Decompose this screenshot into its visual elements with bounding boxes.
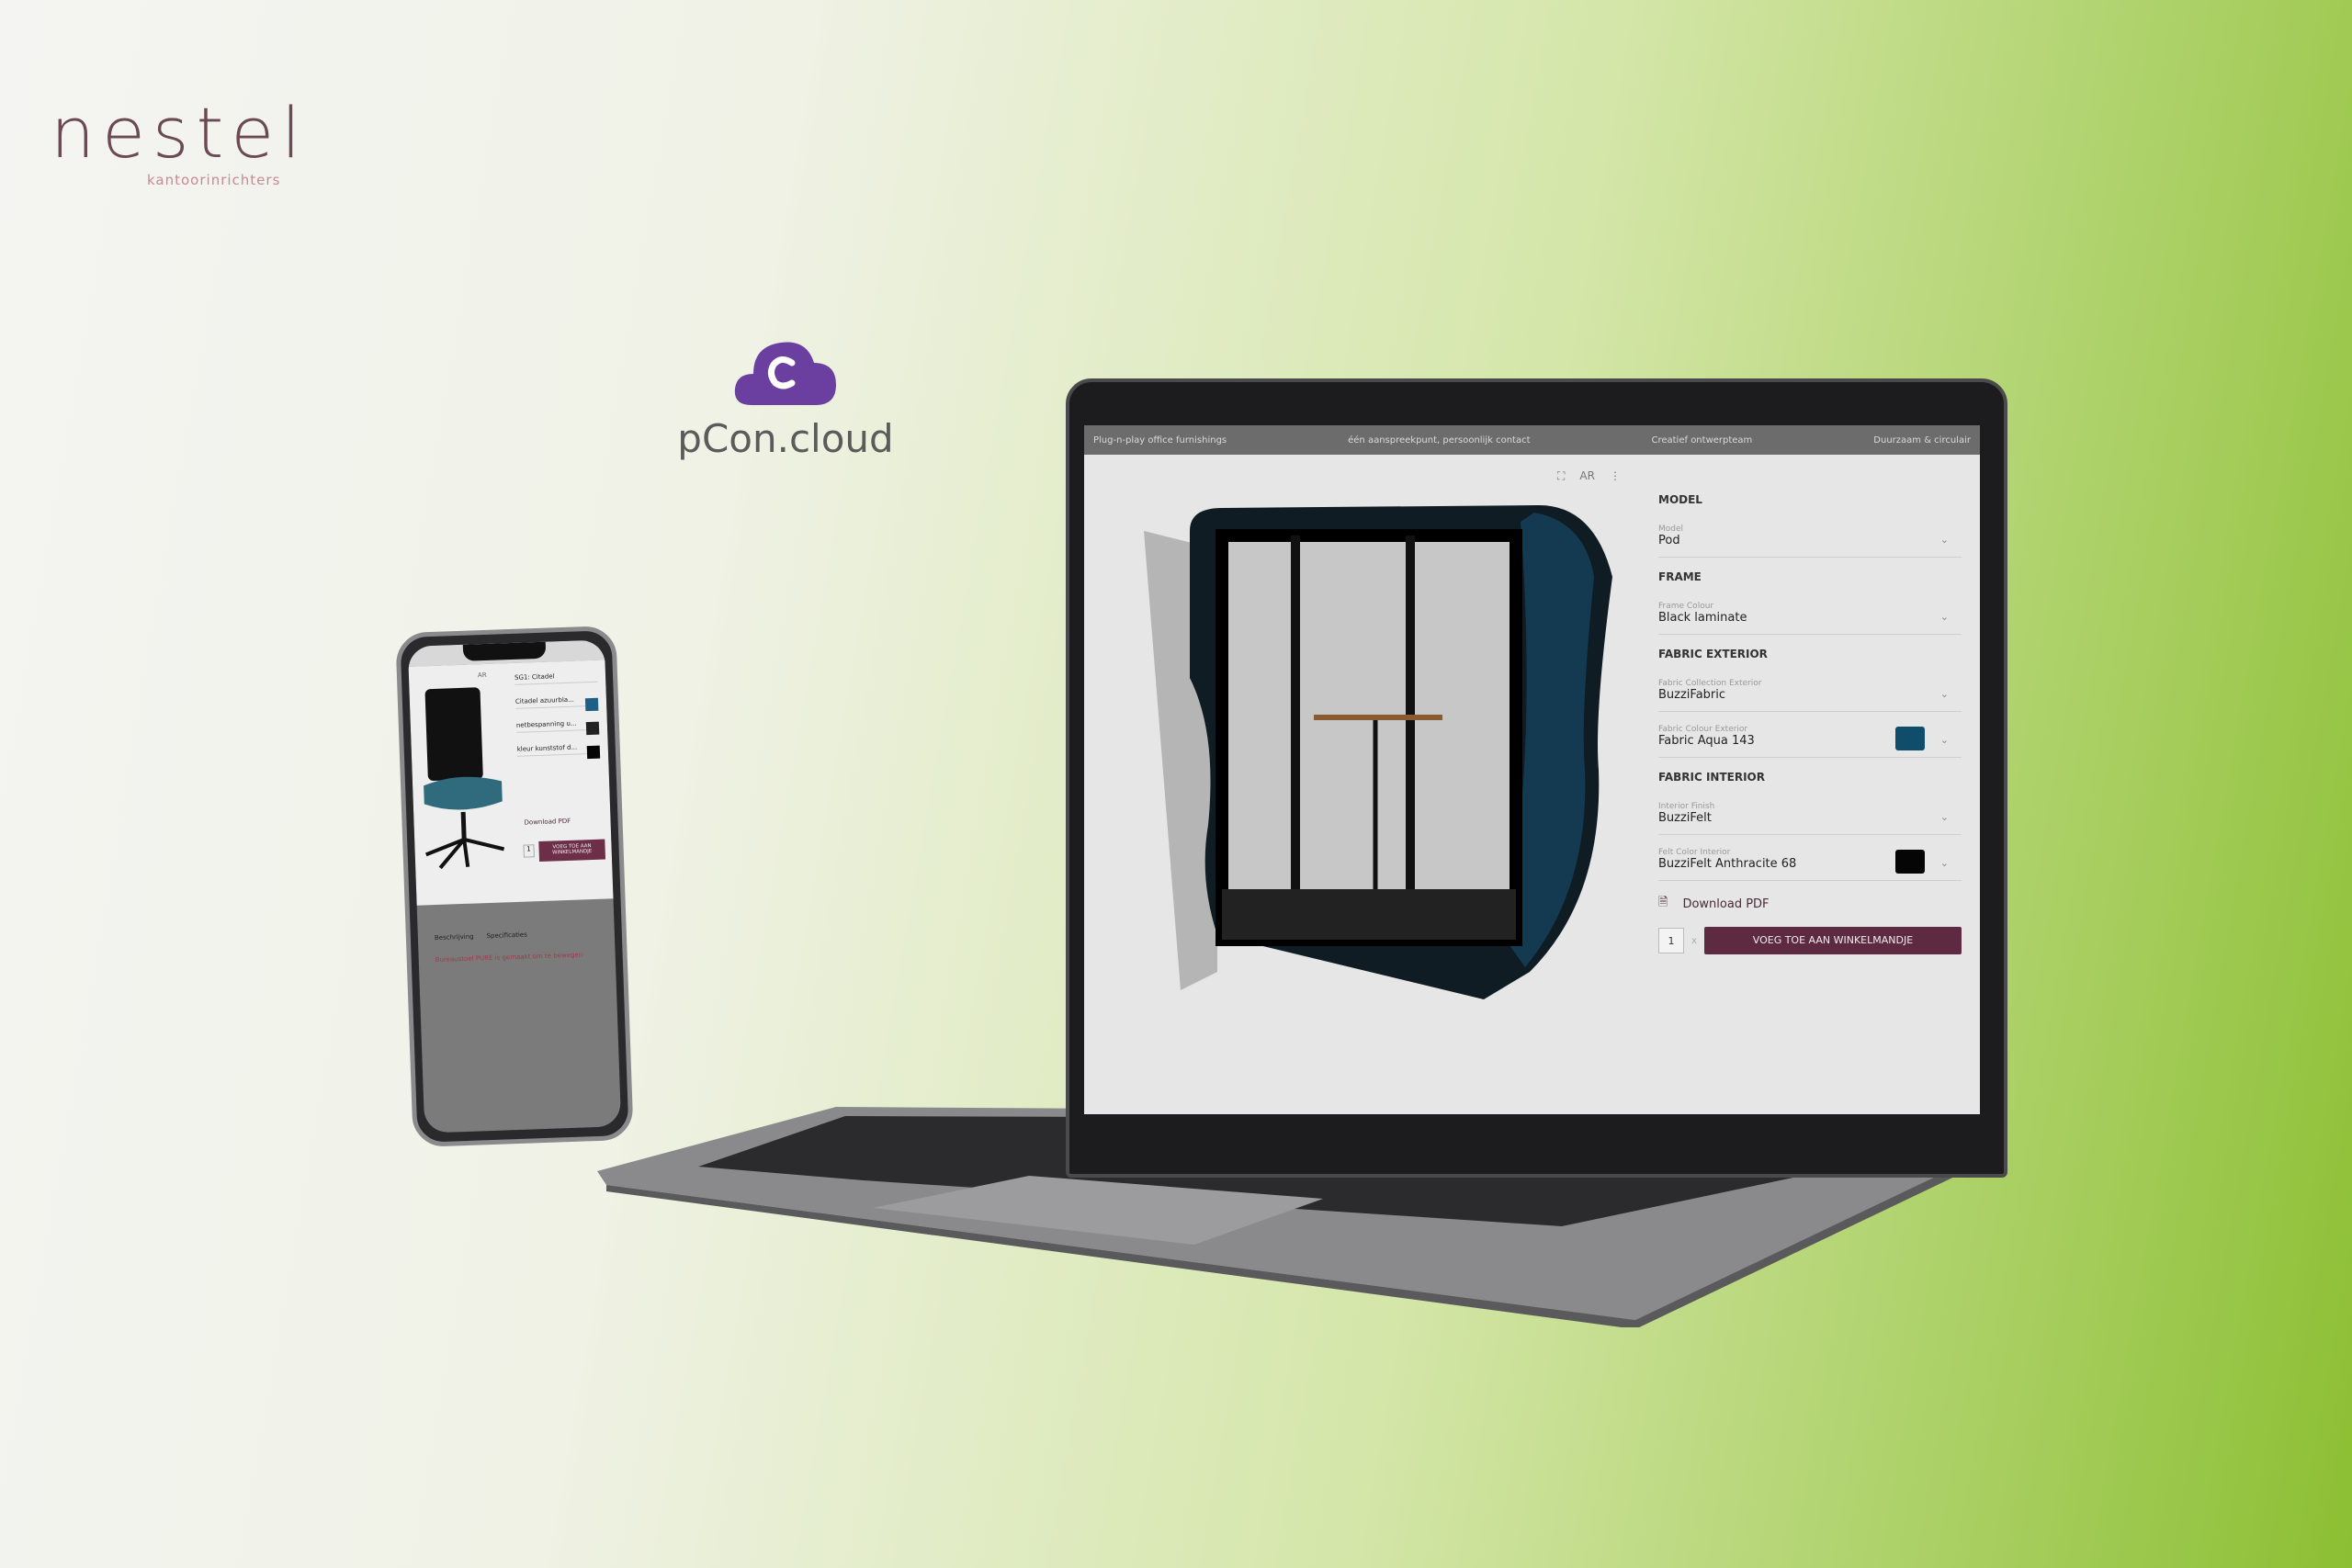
download-pdf-label: Download PDF: [1682, 897, 1770, 911]
field-label: Frame Colour: [1658, 602, 1714, 611]
section-title: FRAME: [1658, 570, 1702, 583]
section-title: FABRIC INTERIOR: [1658, 771, 1765, 784]
fullscreen-icon[interactable]: ⛶: [1557, 469, 1565, 483]
chevron-down-icon: ⌄: [1939, 857, 1949, 869]
configurator-panel: MODEL Model Pod ⌄ FRAME Frame Colour Black …: [1658, 480, 1962, 954]
chevron-down-icon: ⌄: [1939, 534, 1949, 546]
option-value: SG1: Citadel: [514, 672, 555, 682]
fabric-colour-exterior-select[interactable]: Fabric Colour Exterior Fabric Aqua 143 ⌄: [1658, 719, 1962, 758]
3d-viewer-pod[interactable]: [1135, 494, 1612, 1009]
laptop-screen: Plug-n-play office furnishings één aansp…: [1084, 425, 1980, 1114]
chevron-down-icon: ⌄: [1939, 734, 1949, 746]
phone: citadel AR SG1: Citadel Citadel azuurbla…: [395, 625, 634, 1148]
felt-color-interior-select[interactable]: Felt Color Interior BuzziFelt Anthracite …: [1658, 842, 1962, 881]
field-label: Fabric Collection Exterior: [1658, 679, 1762, 688]
interior-finish-select[interactable]: Interior Finish BuzziFelt ⌄: [1658, 796, 1962, 835]
logo-text: nestel: [51, 92, 309, 174]
section-frame: FRAME Frame Colour Black laminate ⌄: [1658, 570, 1962, 635]
field-value: BuzziFabric: [1658, 688, 1726, 702]
cloud-icon: [734, 342, 836, 405]
colour-swatch: [1895, 850, 1925, 874]
colour-swatch: [586, 745, 601, 760]
field-label: Model: [1658, 525, 1684, 534]
download-pdf-link[interactable]: 🗎 Download PDF: [1658, 894, 1962, 914]
quantity-input[interactable]: 1: [523, 844, 535, 858]
phone-option[interactable]: Citadel azuurbla...: [514, 694, 599, 712]
section-title: FABRIC EXTERIOR: [1658, 648, 1768, 660]
quantity-suffix: x: [1691, 935, 1697, 946]
field-label: Interior Finish: [1658, 802, 1715, 811]
quantity-input[interactable]: 1: [1658, 928, 1684, 953]
chevron-down-icon: ⌄: [1939, 688, 1949, 700]
section-fabric-exterior: FABRIC EXTERIOR Fabric Collection Exteri…: [1658, 648, 1962, 758]
download-pdf-link[interactable]: Download PDF: [524, 818, 571, 827]
section-title: MODEL: [1658, 493, 1702, 506]
field-value: Black laminate: [1658, 611, 1747, 625]
fabric-collection-exterior-select[interactable]: Fabric Collection Exterior BuzziFabric ⌄: [1658, 673, 1962, 712]
field-value: Pod: [1658, 534, 1680, 547]
section-fabric-interior: FABRIC INTERIOR Interior Finish BuzziFelt…: [1658, 771, 1962, 881]
partner-name: pCon.cloud: [677, 416, 894, 461]
phone-product-view: AR SG1: Citadel Citadel azuurbla... netb…: [408, 660, 614, 906]
colour-swatch: [584, 697, 599, 712]
add-to-cart-button[interactable]: VOEG TOE AAN WINKELMANDJE: [1703, 927, 1962, 954]
ar-button[interactable]: AR: [1579, 469, 1595, 483]
phone-option[interactable]: kleur kunststof d...: [516, 742, 601, 760]
usp-item: Duurzaam & circulair: [1873, 434, 1971, 446]
colour-swatch: [1895, 727, 1925, 750]
chevron-down-icon: ⌄: [1939, 611, 1949, 623]
model-select[interactable]: Model Pod ⌄: [1658, 519, 1962, 558]
phone-notch: [462, 641, 547, 661]
usp-item: Creatief ontwerpteam: [1651, 434, 1753, 446]
tab-specifications[interactable]: Specificaties: [487, 931, 527, 941]
logo-subtitle: kantoorinrichters: [147, 172, 281, 188]
phone-description: Beschrijving Specificaties Bureaustoel PU…: [417, 898, 616, 976]
usp-bar: Plug-n-play office furnishings één aansp…: [1084, 425, 1980, 455]
phone-screen: citadel AR SG1: Citadel Citadel azuurbla…: [407, 639, 622, 1134]
viewer-toolbar: ⛶ AR ⋮: [1557, 469, 1621, 483]
frame-colour-select[interactable]: Frame Colour Black laminate ⌄: [1658, 596, 1962, 635]
more-vertical-icon[interactable]: ⋮: [1610, 469, 1621, 483]
usp-item: Plug-n-play office furnishings: [1093, 434, 1227, 446]
document-icon: 🗎: [1658, 896, 1668, 909]
pcon-cloud-logo: pCon.cloud: [671, 335, 900, 461]
ar-button[interactable]: AR: [478, 671, 487, 679]
chevron-down-icon: ⌄: [1939, 811, 1949, 823]
description-heading: Bureaustoel PURE is gemaakt om te bewege…: [435, 951, 583, 964]
section-model: MODEL Model Pod ⌄: [1658, 493, 1962, 558]
nestel-logo: nestel kantoorinrichters: [51, 92, 309, 197]
chair-3d-view[interactable]: [411, 682, 518, 878]
add-to-cart-row: 1 x VOEG TOE AAN WINKELMANDJE: [1658, 927, 1962, 954]
add-to-cart-button[interactable]: VOEG TOE AAN WINKELMANDJE: [538, 839, 606, 863]
colour-swatch: [585, 721, 600, 736]
tab-description[interactable]: Beschrijving: [435, 933, 474, 942]
phone-option[interactable]: netbespanning u...: [515, 718, 600, 736]
usp-item: één aanspreekpunt, persoonlijk contact: [1348, 434, 1531, 446]
phone-option[interactable]: SG1: Citadel: [514, 671, 598, 685]
field-value: BuzziFelt: [1658, 811, 1712, 825]
